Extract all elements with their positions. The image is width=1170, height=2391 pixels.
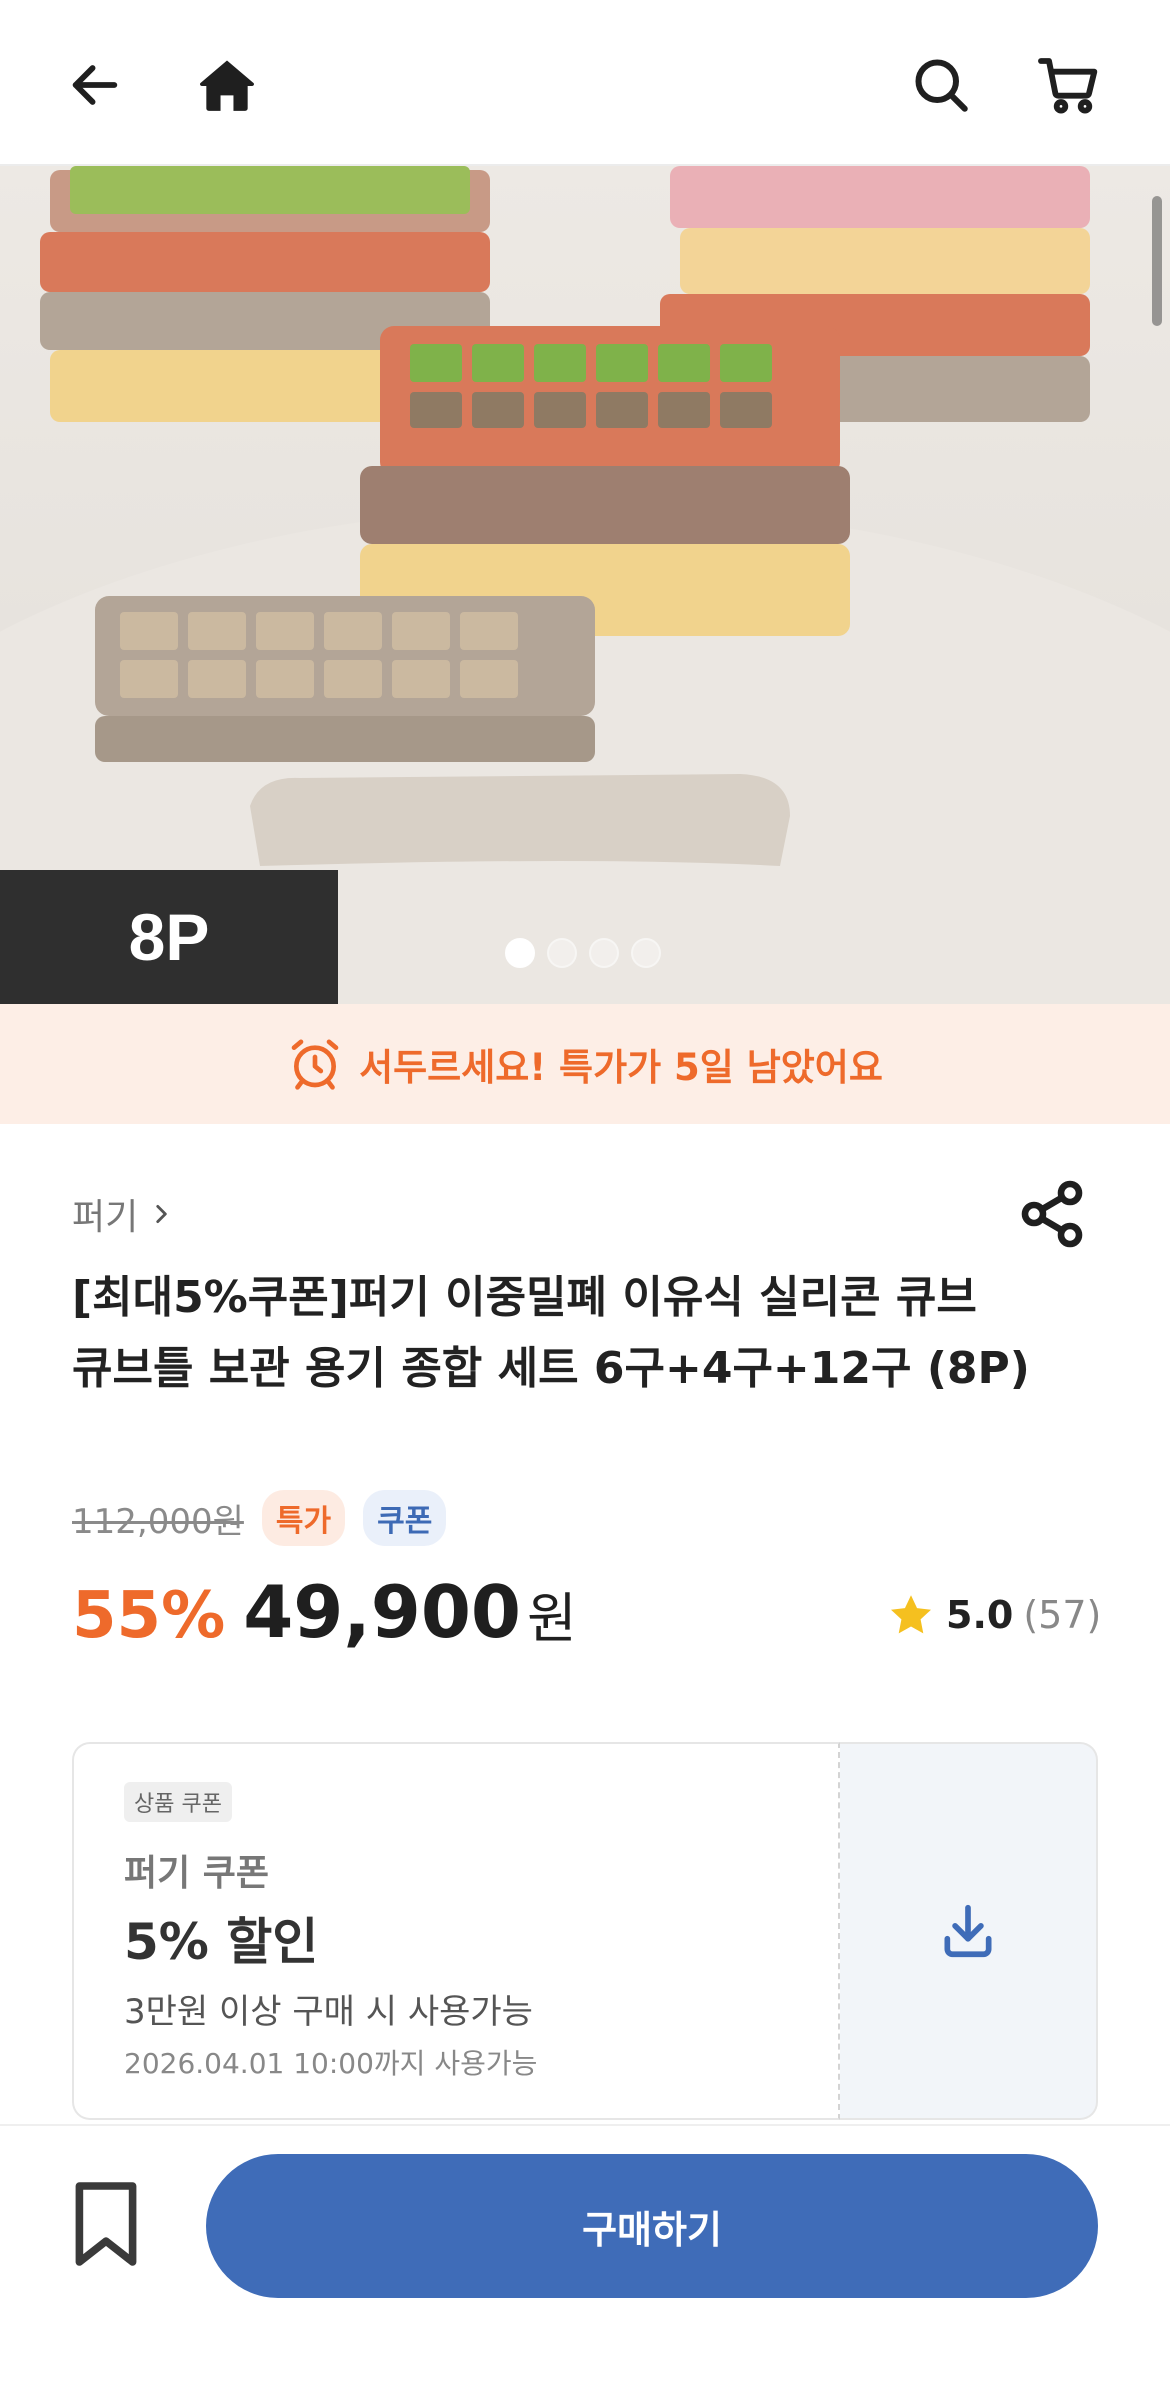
- coupon-condition: 3만원 이상 구매 시 사용가능: [124, 1992, 533, 2032]
- star-icon: [891, 1595, 931, 1634]
- product-title: [최대5%쿠폰]퍼기 이중밀폐 이유식 실리콘 큐브 큐브틀 보관 용기 종합 …: [72, 1272, 1030, 1394]
- carousel-dot[interactable]: [589, 938, 619, 968]
- coupon-card: 상품 쿠폰 퍼기 쿠폰 5% 할인 3만원 이상 구매 시 사용가능 2026.…: [72, 1742, 840, 2120]
- product-image-carousel[interactable]: 8P: [0, 166, 1170, 1004]
- coupon-tag: 쿠폰: [363, 1490, 447, 1546]
- bookmark-button[interactable]: [68, 2178, 144, 2270]
- price-row: 55% 49,900 원: [72, 1570, 577, 1654]
- special-deal-tag: 특가: [261, 1490, 346, 1546]
- download-icon: [944, 1904, 992, 1958]
- search-button[interactable]: [904, 48, 978, 122]
- sale-price: 49,900: [243, 1570, 522, 1654]
- carousel-dot[interactable]: [547, 938, 577, 968]
- deal-countdown-text: 서두르세요! 특가가 5일 남았어요: [359, 1046, 883, 1089]
- home-icon: [200, 60, 254, 111]
- rating-score: 5.0: [946, 1593, 1014, 1637]
- cart-icon: [1038, 58, 1098, 114]
- bottom-action-bar: 구매하기: [0, 2124, 1170, 2391]
- carousel-dot[interactable]: [631, 938, 661, 968]
- chevron-right-icon: [156, 1205, 167, 1223]
- carousel-indicator: [505, 938, 661, 968]
- share-button[interactable]: [1016, 1178, 1088, 1250]
- scrollbar[interactable]: [1152, 196, 1162, 326]
- carousel-dot[interactable]: [505, 938, 535, 968]
- alarm-clock-icon: [291, 1039, 339, 1090]
- top-nav: [0, 0, 1170, 166]
- currency-unit: 원: [527, 1587, 577, 1650]
- review-count: (57): [1023, 1593, 1102, 1637]
- bookmark-icon: [75, 2182, 137, 2266]
- set-count-badge: 8P: [0, 870, 338, 1004]
- rating-summary[interactable]: 5.0 (57): [886, 1590, 1101, 1640]
- home-button[interactable]: [190, 48, 264, 122]
- original-price: 112,000원: [72, 1501, 244, 1542]
- coupon-amount: 5% 할인: [124, 1913, 319, 1971]
- buy-button[interactable]: 구매하기: [206, 2154, 1098, 2298]
- discount-rate: 55%: [72, 1579, 226, 1653]
- deal-countdown-banner: 서두르세요! 특가가 5일 남았어요: [0, 1004, 1170, 1124]
- share-icon: [1021, 1180, 1083, 1248]
- search-icon: [915, 59, 968, 112]
- coupon-type-label: 상품 쿠폰: [124, 1782, 232, 1822]
- back-arrow-icon: [72, 65, 118, 105]
- brand-link[interactable]: 퍼기: [72, 1188, 174, 1240]
- coupon-brand: 퍼기 쿠폰: [124, 1853, 270, 1894]
- coupon-download-button[interactable]: [840, 1742, 1098, 2120]
- original-price-row: 112,000원 특가 쿠폰: [72, 1490, 447, 1546]
- brand-name: 퍼기: [72, 1197, 139, 1238]
- back-button[interactable]: [58, 48, 132, 122]
- cart-button[interactable]: [1032, 48, 1106, 122]
- coupon-expiry: 2026.04.01 10:00까지 사용가능: [124, 2047, 538, 2080]
